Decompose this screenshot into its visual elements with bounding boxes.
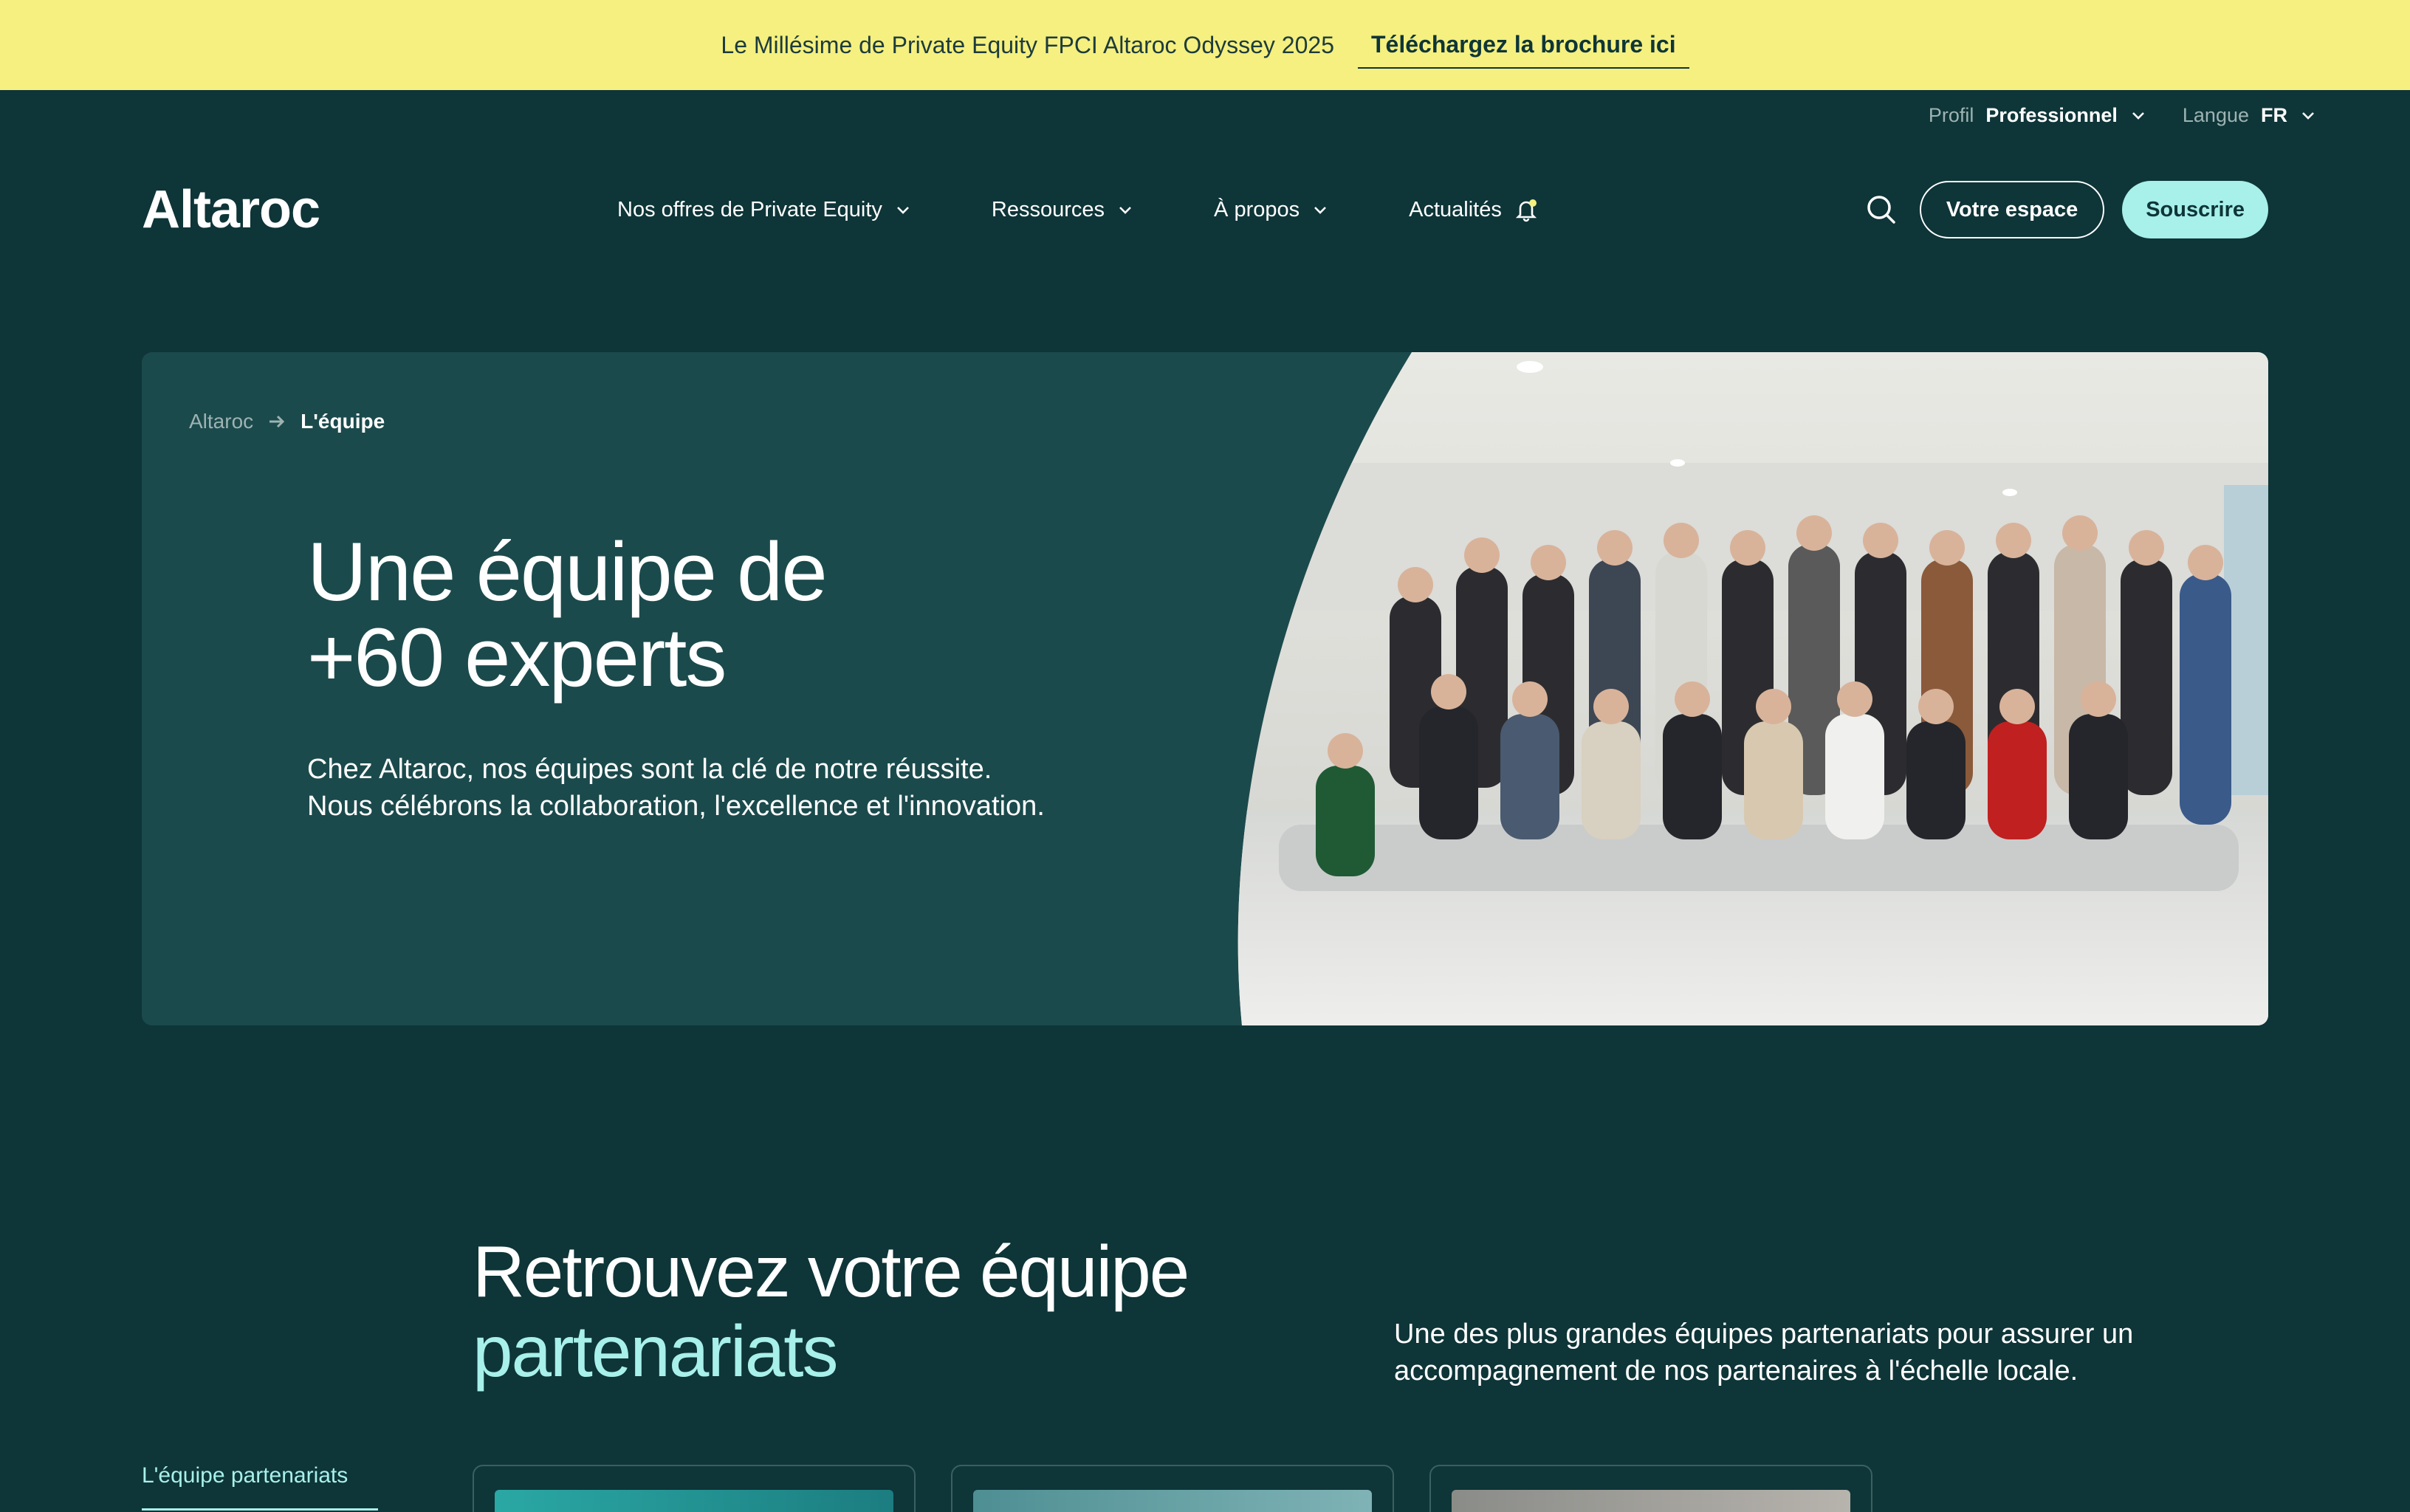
subtitle-line-2: Nous célébrons la collaboration, l'excel… — [307, 791, 1045, 822]
nav-item-actualites[interactable]: Actualités — [1409, 197, 1539, 222]
profile-label: Profil — [1928, 103, 1974, 126]
arrow-right-icon — [270, 415, 285, 428]
description-line-2: accompagnement de nos partenaires à l'éc… — [1394, 1355, 2078, 1386]
votre-espace-button[interactable]: Votre espace — [1919, 181, 2105, 238]
language-label: Langue — [2182, 103, 2249, 126]
team-photo — [1237, 352, 2268, 1025]
utility-bar: Profil Professionnel Langue FR — [1929, 100, 2317, 130]
subtitle-line-1: Chez Altaroc, nos équipes sont la clé de… — [307, 754, 992, 785]
chevron-down-icon — [2132, 112, 2144, 120]
hero-panel: Altaroc L'équipe Une équipe de +60 exper… — [142, 352, 2268, 1025]
chevron-down-icon — [1314, 207, 1327, 214]
nav-item-a-propos[interactable]: À propos — [1214, 198, 1329, 222]
hero-subtitle: Chez Altaroc, nos équipes sont la clé de… — [307, 751, 1193, 825]
altaroc-logo[interactable]: Altaroc — [142, 179, 452, 240]
team-card-image — [973, 1490, 1372, 1512]
title-line-1: Une équipe de — [307, 526, 828, 618]
brochure-download-link[interactable]: Téléchargez la brochure ici — [1357, 22, 1689, 69]
nav-item-label: Ressources — [991, 197, 1105, 221]
section-title-accent: partenariats — [473, 1310, 839, 1392]
main-nav: Altaroc Nos offres de Private Equity Res… — [142, 170, 2268, 250]
search-button[interactable] — [1861, 189, 1902, 230]
announcement-bar: Le Millésime de Private Equity FPCI Alta… — [0, 0, 2410, 90]
section-description: Une des plus grandes équipes partenariat… — [1394, 1316, 2206, 1389]
team-card[interactable] — [951, 1465, 1394, 1512]
page-title: Une équipe de +60 experts — [307, 529, 1119, 701]
description-line-1: Une des plus grandes équipes partenariat… — [1394, 1319, 2134, 1350]
chevron-down-icon — [1119, 207, 1131, 214]
section-title-line-1: Retrouvez votre équipe — [473, 1231, 1189, 1312]
team-card[interactable] — [473, 1465, 916, 1512]
breadcrumb-home-link[interactable]: Altaroc — [189, 410, 253, 433]
nav-item-label: Actualités — [1409, 197, 1502, 221]
nav-item-label: Nos offres de Private Equity — [617, 197, 882, 221]
team-card-image — [1452, 1490, 1850, 1512]
search-icon — [1867, 196, 1895, 224]
profile-selector[interactable]: Profil Professionnel — [1929, 104, 2147, 127]
nav-item-ressources[interactable]: Ressources — [992, 198, 1134, 222]
breadcrumb-current: L'équipe — [301, 410, 385, 433]
section-title: Retrouvez votre équipe partenariats — [473, 1231, 1359, 1391]
chevron-down-icon — [897, 207, 909, 214]
language-value: FR — [2261, 103, 2287, 126]
tab-equipe-partenariats[interactable]: L'équipe partenariats — [142, 1463, 378, 1511]
profile-value: Professionnel — [1985, 103, 2118, 126]
souscrire-button[interactable]: Souscrire — [2122, 181, 2268, 238]
nav-menu: Nos offres de Private Equity Ressources … — [617, 197, 1539, 222]
nav-item-offres[interactable]: Nos offres de Private Equity — [617, 198, 912, 222]
announcement-text: Le Millésime de Private Equity FPCI Alta… — [721, 31, 1334, 58]
breadcrumb: Altaroc L'équipe — [189, 410, 385, 433]
chevron-down-icon — [2302, 112, 2314, 120]
language-selector[interactable]: Langue FR — [2183, 104, 2317, 127]
team-card[interactable] — [1429, 1465, 1872, 1512]
nav-item-label: À propos — [1214, 197, 1300, 221]
team-card-image — [495, 1490, 893, 1512]
bell-icon — [1515, 199, 1537, 222]
nav-actions: Votre espace Souscrire — [1861, 181, 2268, 238]
title-line-2: +60 experts — [307, 611, 727, 704]
